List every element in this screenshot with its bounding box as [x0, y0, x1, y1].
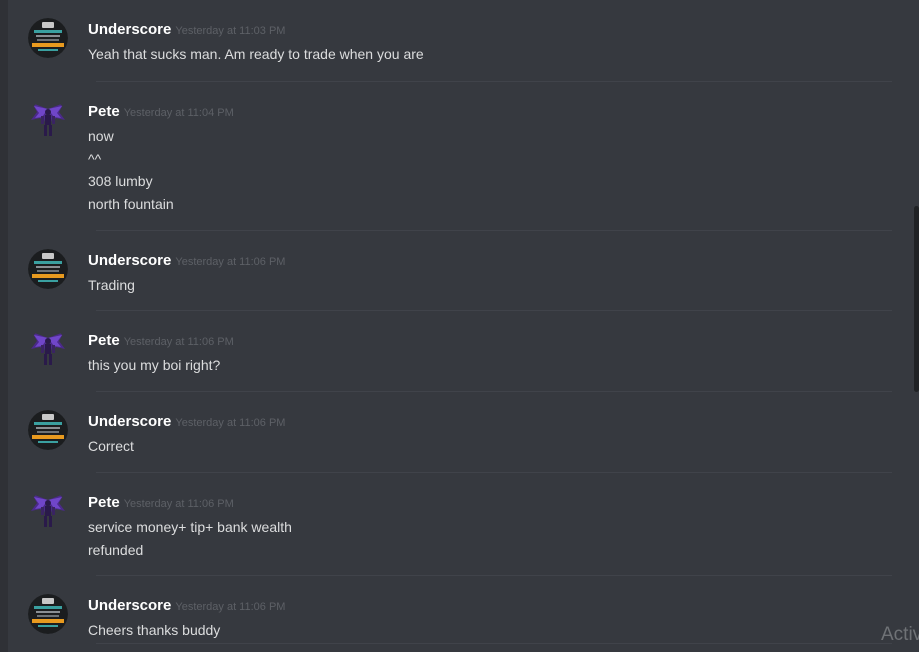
avatar-pete[interactable] [28, 100, 68, 140]
message-text: Yeah that sucks man. Am ready to trade w… [88, 46, 424, 62]
message: Underscore Yesterday at 11:06 PM Correct [24, 392, 892, 473]
avatar-underscore[interactable] [28, 594, 68, 634]
timestamp: Yesterday at 11:06 PM [123, 336, 234, 348]
username[interactable]: Underscore [88, 252, 171, 269]
message: Pete Yesterday at 11:06 PM service money+… [24, 473, 892, 576]
message-text: now [88, 128, 114, 144]
left-panel-edge [0, 0, 8, 652]
message-text: refunded [88, 541, 144, 558]
message-text: north fountain [88, 195, 174, 212]
message-text: Correct [88, 438, 134, 454]
timestamp: Yesterday at 11:03 PM [175, 25, 286, 37]
timestamp: Yesterday at 11:06 PM [123, 498, 234, 510]
message-text: Trading [88, 277, 135, 293]
message-divider [96, 643, 892, 644]
message-text: this you my boi right? [88, 357, 221, 373]
message: Underscore Yesterday at 11:06 PM Trading [24, 231, 892, 311]
message: Underscore Yesterday at 11:03 PM Yeah tha… [24, 0, 892, 82]
message-text: service money+ tip+ bank wealth [88, 519, 292, 535]
avatar-pete[interactable] [28, 491, 68, 531]
message-text: 308 lumby [88, 173, 153, 189]
message-list: Underscore Yesterday at 11:03 PM Yeah tha… [8, 0, 892, 652]
message: Underscore Yesterday at 11:06 PM Cheers t… [24, 576, 892, 644]
scrollbar-thumb[interactable] [914, 206, 919, 392]
avatar-underscore[interactable] [28, 410, 68, 450]
message: Pete Yesterday at 11:06 PM this you my bo… [24, 311, 892, 392]
timestamp: Yesterday at 11:04 PM [123, 107, 234, 119]
timestamp: Yesterday at 11:06 PM [175, 417, 286, 429]
timestamp: Yesterday at 11:06 PM [175, 601, 286, 613]
username[interactable]: Underscore [88, 597, 171, 614]
username[interactable]: Pete [88, 332, 120, 349]
username[interactable]: Underscore [88, 21, 171, 38]
timestamp: Yesterday at 11:06 PM [175, 256, 286, 268]
activation-watermark: Activ [881, 624, 919, 645]
avatar-underscore[interactable] [28, 249, 68, 289]
message-text: Cheers thanks buddy [88, 622, 221, 638]
avatar-pete[interactable] [28, 329, 68, 369]
username[interactable]: Pete [88, 494, 120, 511]
message-text: ^^ [88, 150, 102, 167]
message: Pete Yesterday at 11:04 PM now ^^ 308 lum… [24, 82, 892, 231]
username[interactable]: Underscore [88, 413, 171, 430]
username[interactable]: Pete [88, 103, 120, 120]
avatar-underscore[interactable] [28, 18, 68, 58]
